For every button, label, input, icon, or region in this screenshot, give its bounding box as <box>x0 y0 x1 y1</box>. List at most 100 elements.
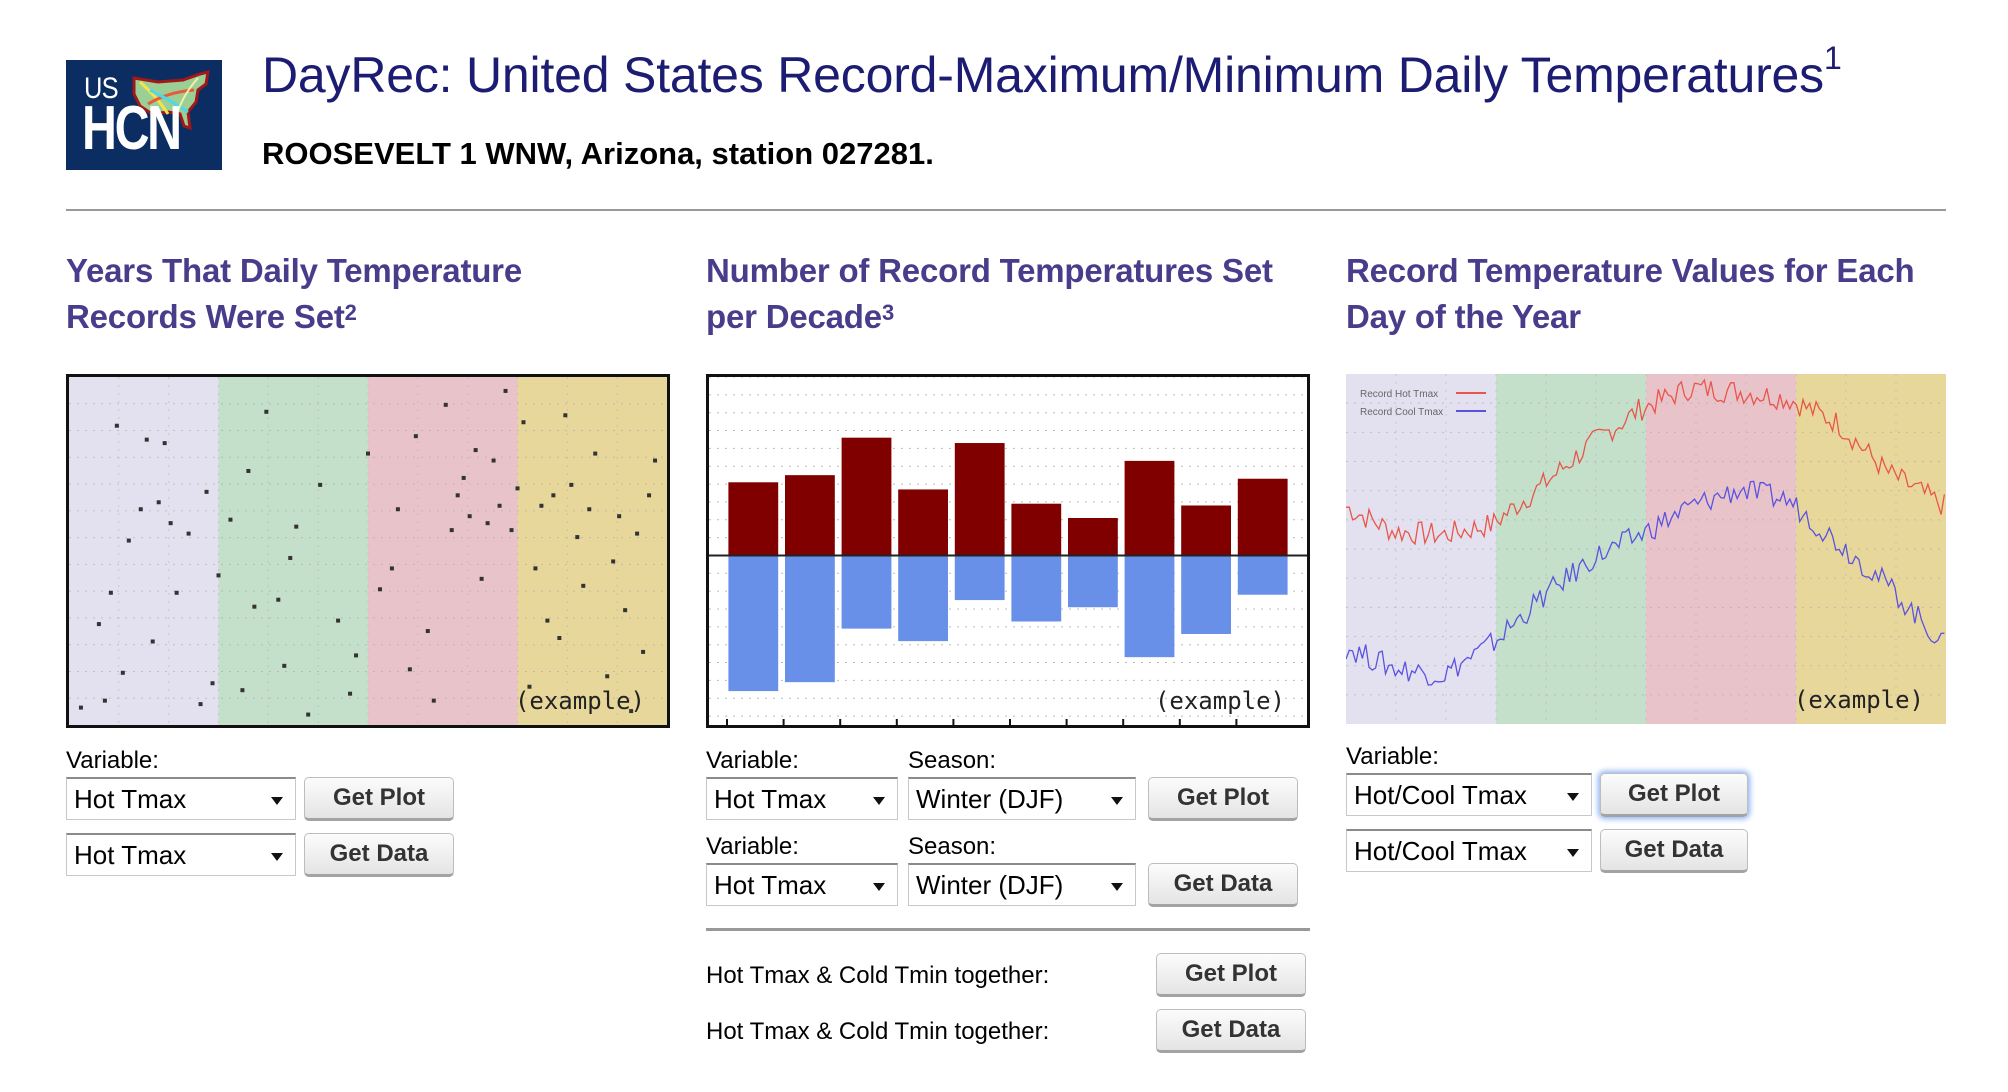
get-plot-button[interactable]: Get Plot <box>1600 773 1748 817</box>
get-data-button[interactable]: Get Data <box>1600 829 1748 873</box>
data-point <box>479 576 484 581</box>
data-point <box>114 423 119 428</box>
data-point <box>647 493 652 498</box>
data-point <box>575 535 580 540</box>
data-season-value: Winter (DJF) <box>916 870 1064 900</box>
data-point <box>252 604 257 609</box>
together-get-data-button[interactable]: Get Data <box>1156 1009 1306 1053</box>
get-data-button[interactable]: Get Data <box>304 833 454 877</box>
header-divider <box>66 209 1946 211</box>
season-band-autumn <box>517 377 667 725</box>
cold-bar <box>784 555 835 683</box>
legend-label: Record Hot Tmax <box>1360 389 1438 400</box>
data-point <box>96 622 101 627</box>
cold-bar <box>954 555 1005 601</box>
data-point <box>282 663 287 668</box>
season-band-spring <box>218 377 369 725</box>
data-point <box>276 597 281 602</box>
example-label: (example) <box>1154 687 1285 715</box>
footnote-3-link[interactable]: 3 <box>882 300 894 325</box>
data-point <box>515 486 520 491</box>
data-point <box>413 434 418 439</box>
cold-bar <box>1011 555 1062 622</box>
section-2-divider <box>706 928 1310 931</box>
season-label: Season: <box>908 833 997 860</box>
data-point <box>318 482 323 487</box>
footnote-2-link[interactable]: 2 <box>345 300 357 325</box>
page-title: DayRec: United States Record-Maximum/Min… <box>262 40 1842 104</box>
data-point <box>288 555 293 560</box>
data-point <box>593 451 598 456</box>
dropdown-arrow-icon <box>1567 793 1579 801</box>
hot-bar <box>1124 460 1175 556</box>
section-1-heading: Years That Daily Temperature Records Wer… <box>66 248 666 340</box>
station-name: ROOSEVELT 1 WNW, Arizona, station 027281… <box>262 136 934 171</box>
data-variable-value: Hot Tmax <box>714 870 827 900</box>
hot-bar <box>784 475 835 556</box>
get-plot-button[interactable]: Get Plot <box>1148 777 1298 821</box>
section-3-heading-line2: Day of the Year <box>1346 298 1581 335</box>
data-point <box>354 653 359 658</box>
data-point <box>198 702 203 707</box>
variable-label: Variable: <box>706 833 799 860</box>
data-point <box>497 503 502 508</box>
plot-season-select[interactable]: Winter (DJF) <box>908 777 1136 820</box>
records-per-decade-chart[interactable]: (example) <box>706 374 1310 728</box>
together-data-label: Hot Tmax & Cold Tmin together: <box>706 1018 1050 1045</box>
data-point <box>389 566 394 571</box>
data-point <box>521 420 526 425</box>
cold-bar <box>1181 555 1232 634</box>
data-point <box>533 566 538 571</box>
plot-variable-select[interactable]: Hot/Cool Tmax <box>1346 773 1592 816</box>
plot-variable-value: Hot Tmax <box>74 784 187 814</box>
data-point <box>491 458 496 463</box>
data-point <box>569 482 574 487</box>
section-3-heading-line1: Record Temperature Values for Each <box>1346 252 1915 289</box>
footnote-1-link[interactable]: 1 <box>1824 40 1842 76</box>
data-point <box>174 590 179 595</box>
data-point <box>162 441 167 446</box>
data-season-select[interactable]: Winter (DJF) <box>908 863 1136 906</box>
variable-label: Variable: <box>706 747 799 774</box>
data-variable-select[interactable]: Hot Tmax <box>66 833 296 876</box>
dropdown-arrow-icon <box>873 883 885 891</box>
cold-bar <box>1124 555 1175 658</box>
data-point <box>461 475 466 480</box>
section-1-heading-line2: Records Were Set <box>66 298 345 335</box>
data-variable-select[interactable]: Hot/Cool Tmax <box>1346 829 1592 872</box>
data-point <box>455 493 460 498</box>
years-records-set-chart[interactable]: (example) <box>66 374 670 728</box>
data-point <box>449 528 454 533</box>
data-point <box>635 531 640 536</box>
example-label: (example) <box>514 687 645 715</box>
data-point <box>581 583 586 588</box>
hot-bar <box>954 443 1005 556</box>
bar-chart <box>709 377 1307 725</box>
variable-label: Variable: <box>1346 743 1439 770</box>
data-point <box>210 681 215 686</box>
dropdown-arrow-icon <box>271 853 283 861</box>
hot-bar <box>1237 478 1288 556</box>
hot-bar <box>1067 517 1118 556</box>
dropdown-arrow-icon <box>873 797 885 805</box>
cold-bar <box>841 555 892 629</box>
data-point <box>551 493 556 498</box>
data-point <box>395 507 400 512</box>
daily-record-values-chart[interactable]: Record Hot Tmax Record Cool Tmax (example… <box>1346 374 1946 724</box>
together-get-plot-button[interactable]: Get Plot <box>1156 953 1306 997</box>
plot-variable-select[interactable]: Hot Tmax <box>66 777 296 820</box>
hot-bar <box>1011 503 1062 556</box>
get-plot-button[interactable]: Get Plot <box>304 777 454 821</box>
data-point <box>545 618 550 623</box>
data-variable-select[interactable]: Hot Tmax <box>706 863 898 906</box>
data-point <box>563 413 568 418</box>
cold-bar <box>1237 555 1288 595</box>
get-data-button[interactable]: Get Data <box>1148 863 1298 907</box>
hot-bar <box>898 489 949 556</box>
plot-variable-select[interactable]: Hot Tmax <box>706 777 898 820</box>
hot-bar <box>841 437 892 556</box>
data-point <box>641 649 646 654</box>
ushcn-logo[interactable]: US HCN <box>66 60 222 170</box>
plot-season-value: Winter (DJF) <box>916 784 1064 814</box>
dropdown-arrow-icon <box>1567 849 1579 857</box>
